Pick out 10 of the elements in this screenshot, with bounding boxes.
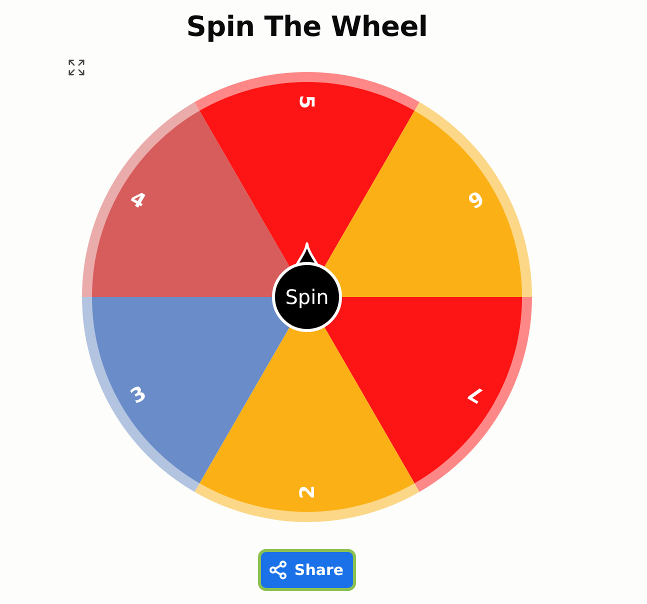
share-button[interactable]: Share: [258, 549, 356, 591]
segment-label: 3: [126, 380, 150, 408]
segment-label: 6: [464, 186, 488, 214]
share-icon: [268, 560, 288, 580]
page-title: Spin The Wheel: [186, 9, 428, 45]
segment-label: 2: [295, 485, 319, 499]
segment-label: 5: [295, 95, 319, 109]
segment-label: 7: [464, 380, 488, 408]
segment-label: 4: [126, 186, 150, 214]
expand-icon[interactable]: [67, 58, 86, 77]
